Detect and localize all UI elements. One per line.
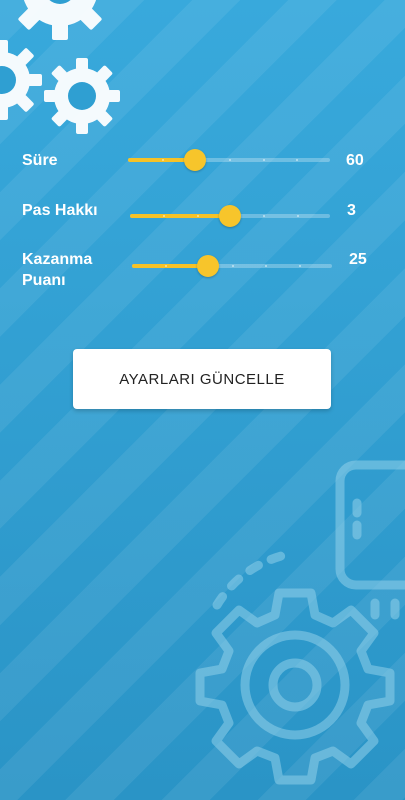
slider-thumb[interactable] [219,205,241,227]
slider-tick [262,159,265,161]
setting-row-sure: Süre 60 [0,149,405,182]
settings-gear-illustration-icon [195,460,405,785]
gear-icon [0,0,120,134]
slider-tick [229,159,231,161]
update-settings-button[interactable]: AYARLARI GÜNCELLE [73,349,331,409]
slider-tick [196,215,199,217]
setting-row-win-score: Kazanma Puanı 25 [0,249,405,293]
setting-label: Kazanma Puanı [22,251,93,289]
slider-thumb[interactable] [183,149,206,171]
slider-tick [296,215,299,217]
slider-tick [298,265,301,267]
pass-count-slider[interactable] [130,205,330,227]
setting-value: 25 [349,251,367,268]
setting-value: 60 [346,152,364,169]
slider-tick [161,159,164,161]
setting-value: 3 [347,202,356,219]
duration-slider[interactable] [128,149,330,171]
slider-tick [232,265,234,267]
slider-fill [130,214,230,218]
setting-row-pass: Pas Hakkı 3 [0,200,405,232]
setting-label: Pas Hakkı [22,202,98,219]
slider-thumb[interactable] [197,255,219,277]
win-score-slider[interactable] [132,255,332,277]
setting-label: Süre [22,152,58,169]
